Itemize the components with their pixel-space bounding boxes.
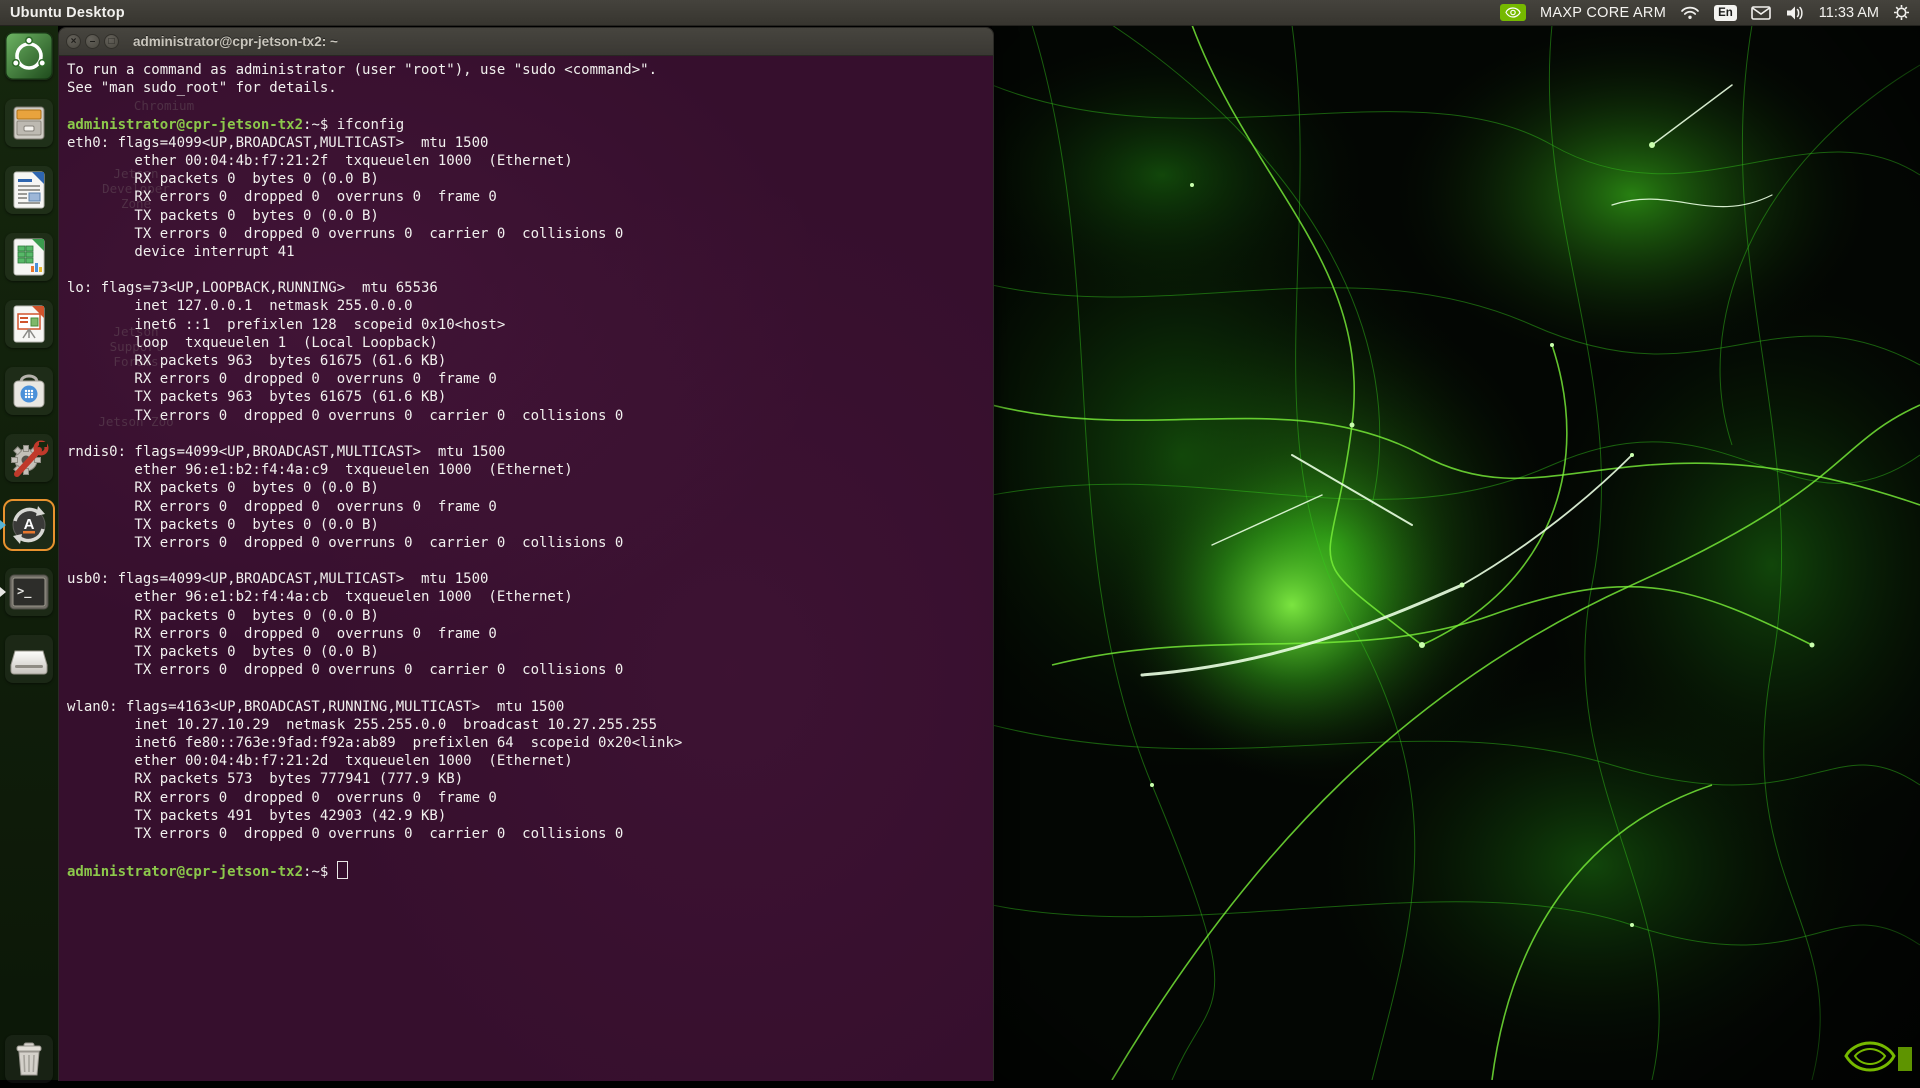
terminal-line: RX errors 0 dropped 0 overruns 0 frame 0: [67, 498, 993, 516]
terminal-line: RX packets 0 bytes 0 (0.0 B): [67, 607, 993, 625]
libreoffice-writer-icon: [5, 166, 53, 214]
terminal-output: To run a command as administrator (user …: [67, 61, 993, 879]
terminal-line: RX packets 0 bytes 0 (0.0 B): [67, 479, 993, 497]
libreoffice-impress-icon: [5, 300, 53, 348]
top-panel: Ubuntu Desktop MAXP CORE ARM En: [0, 0, 1920, 26]
launcher-item-terminal[interactable]: >_: [5, 568, 53, 616]
terminal-window[interactable]: × – □ administrator@cpr-jetson-tx2: ~ Ch…: [58, 27, 994, 1081]
terminal-line: TX errors 0 dropped 0 overruns 0 carrier…: [67, 661, 993, 679]
window-title: administrator@cpr-jetson-tx2: ~: [133, 34, 338, 49]
terminal-line: RX packets 0 bytes 0 (0.0 B): [67, 170, 993, 188]
mail-icon[interactable]: [1751, 6, 1771, 20]
terminal-line: RX errors 0 dropped 0 overruns 0 frame 0: [67, 625, 993, 643]
terminal-line: eth0: flags=4099<UP,BROADCAST,MULTICAST>…: [67, 134, 993, 152]
ubuntu-software-icon: [5, 367, 53, 415]
terminal-line: usb0: flags=4099<UP,BROADCAST,MULTICAST>…: [67, 570, 993, 588]
unity-launcher: A >_: [0, 25, 58, 1080]
terminal-line: lo: flags=73<UP,LOOPBACK,RUNNING> mtu 65…: [67, 279, 993, 297]
volume-icon[interactable]: [1785, 5, 1805, 21]
minimize-button[interactable]: –: [85, 34, 100, 49]
terminal-line: ether 00:04:4b:f7:21:2d txqueuelen 1000 …: [67, 752, 993, 770]
terminal-line: TX errors 0 dropped 0 overruns 0 carrier…: [67, 825, 993, 843]
session-gear-icon[interactable]: [1893, 4, 1910, 21]
terminal-line: TX packets 963 bytes 61675 (61.6 KB): [67, 388, 993, 406]
nvidia-indicator-icon[interactable]: [1500, 4, 1526, 21]
terminal-icon: >_: [5, 568, 53, 616]
terminal-line: RX packets 573 bytes 777941 (777.9 KB): [67, 770, 993, 788]
indicator-area: MAXP CORE ARM En 11:33 AM: [1500, 4, 1920, 21]
launcher-item-libreoffice-impress[interactable]: [5, 300, 53, 348]
launcher-item-software-updater[interactable]: A: [5, 501, 53, 549]
terminal-line: inet 10.27.10.29 netmask 255.255.0.0 bro…: [67, 716, 993, 734]
terminal-line: ether 00:04:4b:f7:21:2f txqueuelen 1000 …: [67, 152, 993, 170]
terminal-line: inet6 fe80::763e:9fad:f92a:ab89 prefixle…: [67, 734, 993, 752]
launcher-item-libreoffice-writer[interactable]: [5, 166, 53, 214]
wallpaper-art: [992, 25, 1920, 1080]
running-pip: [0, 587, 6, 597]
terminal-body[interactable]: Chromium Jetson Developer Zone Jetson Su…: [59, 56, 993, 1081]
terminal-line: wlan0: flags=4163<UP,BROADCAST,RUNNING,M…: [67, 698, 993, 716]
launcher-item-files[interactable]: [5, 99, 53, 147]
nvidia-eye-icon: [1505, 6, 1521, 19]
nvidia-logo-corner: [1840, 1037, 1914, 1088]
terminal-line: [67, 261, 993, 279]
terminal-line: RX errors 0 dropped 0 overruns 0 frame 0: [67, 789, 993, 807]
launcher-item-system-settings[interactable]: [5, 434, 53, 482]
terminal-line: device interrupt 41: [67, 243, 993, 261]
terminal-line: [67, 425, 993, 443]
dash-home-icon: [5, 32, 53, 80]
desktop-title: Ubuntu Desktop: [10, 5, 125, 21]
wifi-icon[interactable]: [1680, 5, 1700, 20]
terminal-titlebar[interactable]: × – □ administrator@cpr-jetson-tx2: ~: [59, 28, 993, 56]
files-icon: [5, 99, 53, 147]
terminal-line: To run a command as administrator (user …: [67, 61, 993, 79]
maximize-button[interactable]: □: [104, 34, 119, 49]
terminal-line: ether 96:e1:b2:f4:4a:cb txqueuelen 1000 …: [67, 588, 993, 606]
terminal-line: rndis0: flags=4099<UP,BROADCAST,MULTICAS…: [67, 443, 993, 461]
terminal-cursor: [337, 861, 348, 879]
software-updater-icon: A: [5, 501, 53, 549]
keyboard-layout-indicator[interactable]: En: [1714, 5, 1737, 21]
terminal-line: inet6 ::1 prefixlen 128 scopeid 0x10<hos…: [67, 316, 993, 334]
terminal-line: RX errors 0 dropped 0 overruns 0 frame 0: [67, 188, 993, 206]
launcher-item-removable-disk[interactable]: [5, 635, 53, 683]
terminal-line: [67, 843, 993, 861]
terminal-line: TX packets 0 bytes 0 (0.0 B): [67, 207, 993, 225]
terminal-line: See "man sudo_root" for details.: [67, 79, 993, 97]
terminal-line: [67, 552, 993, 570]
terminal-line: administrator@cpr-jetson-tx2:~$ ifconfig: [67, 116, 993, 134]
running-pip: [0, 520, 6, 530]
svg-text:A: A: [24, 516, 35, 533]
libreoffice-calc-icon: [5, 233, 53, 281]
terminal-line: TX packets 491 bytes 42903 (42.9 KB): [67, 807, 993, 825]
terminal-line: RX errors 0 dropped 0 overruns 0 frame 0: [67, 370, 993, 388]
launcher-item-dash-home[interactable]: [5, 32, 53, 80]
terminal-line: TX errors 0 dropped 0 overruns 0 carrier…: [67, 225, 993, 243]
launcher-item-libreoffice-calc[interactable]: [5, 233, 53, 281]
terminal-line: TX packets 0 bytes 0 (0.0 B): [67, 516, 993, 534]
close-button[interactable]: ×: [66, 34, 81, 49]
launcher-item-ubuntu-software[interactable]: [5, 367, 53, 415]
system-settings-icon: [5, 434, 53, 482]
desktop-wallpaper: [992, 25, 1920, 1080]
terminal-line: loop txqueuelen 1 (Local Loopback): [67, 334, 993, 352]
terminal-line: [67, 97, 993, 115]
terminal-line: TX packets 0 bytes 0 (0.0 B): [67, 643, 993, 661]
launcher-item-trash[interactable]: [5, 1035, 53, 1083]
terminal-line: TX errors 0 dropped 0 overruns 0 carrier…: [67, 407, 993, 425]
terminal-line: [67, 679, 993, 697]
svg-text:>_: >_: [17, 584, 32, 599]
nvidia-power-mode-label[interactable]: MAXP CORE ARM: [1540, 5, 1666, 21]
terminal-line: ether 96:e1:b2:f4:4a:c9 txqueuelen 1000 …: [67, 461, 993, 479]
removable-disk-icon: [5, 635, 53, 683]
clock[interactable]: 11:33 AM: [1819, 5, 1879, 21]
trash-icon: [5, 1035, 53, 1083]
terminal-line: inet 127.0.0.1 netmask 255.0.0.0: [67, 297, 993, 315]
terminal-line: administrator@cpr-jetson-tx2:~$: [67, 861, 993, 879]
terminal-line: RX packets 963 bytes 61675 (61.6 KB): [67, 352, 993, 370]
terminal-line: TX errors 0 dropped 0 overruns 0 carrier…: [67, 534, 993, 552]
